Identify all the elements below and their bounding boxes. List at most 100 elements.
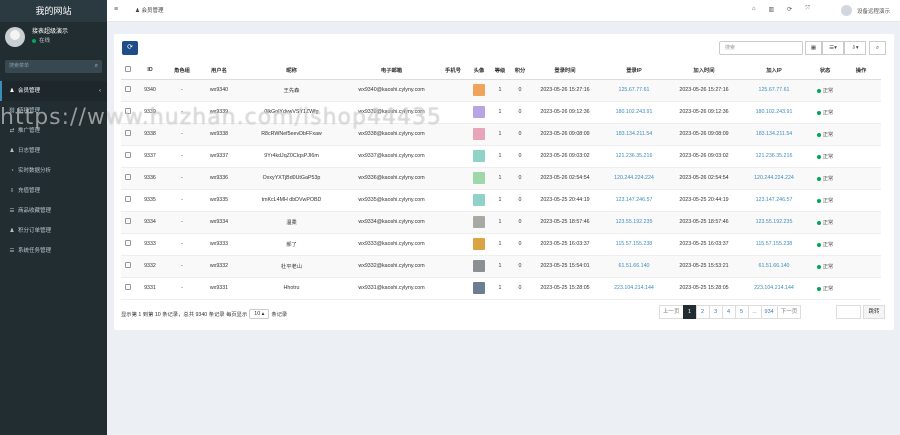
cell-join-ip[interactable]: 223.104.214.144	[739, 277, 809, 300]
cell-actions[interactable]	[841, 233, 881, 256]
row-checkbox[interactable]	[125, 284, 131, 290]
table-row[interactable]: 9331- wx9331 Hhotru wx9331@kaoshi.cylyny.co…	[121, 277, 881, 300]
cell-status[interactable]: 正常	[809, 167, 841, 190]
sidebar-item-0[interactable]: ♟ 会员管理 ‹	[0, 81, 107, 101]
jump-button[interactable]: 跳转	[863, 305, 885, 319]
search-icon[interactable]: ⌕	[95, 60, 98, 73]
cell-status[interactable]: 正常	[809, 145, 841, 168]
menu-toggle-icon[interactable]: ≡	[114, 6, 118, 13]
cell-actions[interactable]	[841, 167, 881, 190]
prev-page-button[interactable]: 上一页	[659, 305, 684, 319]
toggle-view-button[interactable]: ▦	[805, 41, 822, 55]
page-button[interactable]: 1	[682, 305, 697, 319]
export-button[interactable]: ⇩▾	[844, 41, 866, 55]
select-all-checkbox[interactable]	[125, 65, 131, 72]
avatar[interactable]	[473, 128, 485, 140]
cell-actions[interactable]	[841, 211, 881, 234]
avatar[interactable]	[473, 282, 485, 294]
trash-icon[interactable]: ▥	[768, 6, 774, 13]
cell-actions[interactable]	[841, 277, 881, 300]
avatar[interactable]	[473, 106, 485, 118]
cell-join-ip[interactable]: 183.134.211.54	[739, 123, 809, 146]
refresh-icon[interactable]: ⟳	[787, 6, 792, 13]
sidebar-item-7[interactable]: ♟ 积分订单管理	[0, 221, 107, 241]
sidebar-item-3[interactable]: ♟ 日志管理	[0, 141, 107, 161]
cell-join-ip[interactable]: 115.57.155.238	[739, 233, 809, 256]
table-row[interactable]: 9332- wx9332 杜平老山 wx9332@kaoshi.cylyny.com 1…	[121, 255, 881, 278]
columns-button[interactable]: ☰▾	[822, 41, 844, 55]
row-checkbox[interactable]	[125, 152, 131, 158]
row-checkbox[interactable]	[125, 218, 131, 224]
avatar[interactable]	[473, 150, 485, 162]
cell-join-ip[interactable]: 121.236.35.216	[739, 145, 809, 168]
row-checkbox[interactable]	[125, 174, 131, 180]
cell-status[interactable]: 正常	[809, 255, 841, 278]
cell-actions[interactable]	[841, 189, 881, 212]
cell-login-ip[interactable]: 125.67.77.61	[599, 79, 669, 102]
cell-actions[interactable]	[841, 123, 881, 146]
cell-login-ip[interactable]: 120.244.224.224	[599, 167, 669, 190]
tab-member-management[interactable]: ♟ 会员管理	[135, 6, 163, 14]
avatar[interactable]	[473, 260, 485, 272]
row-checkbox[interactable]	[125, 262, 131, 268]
sidebar-item-1[interactable]: ⛓ 链接管理	[0, 101, 107, 121]
row-checkbox-cell[interactable]	[121, 189, 135, 212]
row-checkbox[interactable]	[125, 108, 131, 114]
table-search-input[interactable]: 搜索	[719, 41, 803, 55]
cell-login-ip[interactable]: 115.57.155.238	[599, 233, 669, 256]
page-button[interactable]: 3	[708, 305, 723, 319]
cell-join-ip[interactable]: 123.55.192.235	[739, 211, 809, 234]
row-checkbox[interactable]	[125, 240, 131, 246]
page-button[interactable]: 4	[721, 305, 736, 319]
avatar[interactable]	[473, 84, 485, 96]
cell-join-ip[interactable]: 61.51.66.140	[739, 255, 809, 278]
sidebar-item-4[interactable]: ◔ 实时数据分析	[0, 161, 107, 181]
table-row[interactable]: 9334- wx9334 温柔 wx9334@kaoshi.cylyny.com 1 0 2…	[121, 211, 881, 234]
fullscreen-icon[interactable]: ⤧	[805, 6, 810, 13]
page-button[interactable]: ...	[747, 305, 762, 319]
table-row[interactable]: 9337- wx9337 9Yr4kdJqZ0CIqsPJI6m wx9337@kao…	[121, 145, 881, 168]
cell-login-ip[interactable]: 180.102.243.91	[599, 101, 669, 124]
page-button[interactable]: 2	[695, 305, 710, 319]
cell-status[interactable]: 正常	[809, 211, 841, 234]
table-row[interactable]: 9339- wx9339 0lkGnlYdvwVSY1ZWfg wx9339@kaos…	[121, 101, 881, 124]
cell-login-ip[interactable]: 123.147.246.57	[599, 189, 669, 212]
row-checkbox-cell[interactable]	[121, 233, 135, 256]
cell-actions[interactable]	[841, 145, 881, 168]
page-button[interactable]: 5	[734, 305, 749, 319]
jump-page-input[interactable]	[836, 305, 861, 319]
table-row[interactable]: 9336- wx9336 OxxyYXTjBd0UtGaP53p wx9336@kao…	[121, 167, 881, 190]
cell-join-ip[interactable]: 120.244.224.224	[739, 167, 809, 190]
table-row[interactable]: 9340- wx9340 王先森 wx9340@kaoshi.cylyny.com 1 0…	[121, 79, 881, 102]
sidebar-item-5[interactable]: ⇩ 充值管理	[0, 181, 107, 201]
row-checkbox[interactable]	[125, 86, 131, 92]
cell-status[interactable]: 正常	[809, 277, 841, 300]
row-checkbox-cell[interactable]	[121, 211, 135, 234]
row-checkbox-cell[interactable]	[121, 79, 135, 102]
cell-status[interactable]: 正常	[809, 189, 841, 212]
cell-actions[interactable]	[841, 79, 881, 102]
row-checkbox-cell[interactable]	[121, 101, 135, 124]
sidebar-search-input[interactable]: 搜索菜单 ⌕	[5, 60, 102, 73]
avatar[interactable]	[473, 238, 485, 250]
per-page-select[interactable]: 10 ▴	[249, 309, 270, 319]
table-row[interactable]: 9333- wx9333 郝了 wx9333@kaoshi.cylyny.com 1 0 2…	[121, 233, 881, 256]
refresh-button[interactable]: ⟳	[122, 41, 138, 55]
next-page-button[interactable]: 下一页	[776, 305, 802, 319]
row-checkbox-cell[interactable]	[121, 123, 135, 146]
page-button[interactable]: 934	[760, 305, 778, 319]
cell-join-ip[interactable]: 125.67.77.61	[739, 79, 809, 102]
sidebar-item-6[interactable]: ☰ 商品收藏管理	[0, 201, 107, 221]
cell-login-ip[interactable]: 121.236.35.216	[599, 145, 669, 168]
row-checkbox[interactable]	[125, 196, 131, 202]
site-brand[interactable]: 我的网站	[0, 0, 107, 22]
cell-status[interactable]: 正常	[809, 79, 841, 102]
home-icon[interactable]: ⌂	[752, 6, 756, 13]
topbar-user[interactable]: 设备远程演示	[840, 5, 890, 16]
row-checkbox-cell[interactable]	[121, 255, 135, 278]
avatar[interactable]	[473, 194, 485, 206]
row-checkbox[interactable]	[125, 130, 131, 136]
cell-join-ip[interactable]: 180.102.243.91	[739, 101, 809, 124]
table-row[interactable]: 9335- wx9335 tmKcL4MH dbDVwPOBD wx9335@kaos…	[121, 189, 881, 212]
cell-status[interactable]: 正常	[809, 123, 841, 146]
